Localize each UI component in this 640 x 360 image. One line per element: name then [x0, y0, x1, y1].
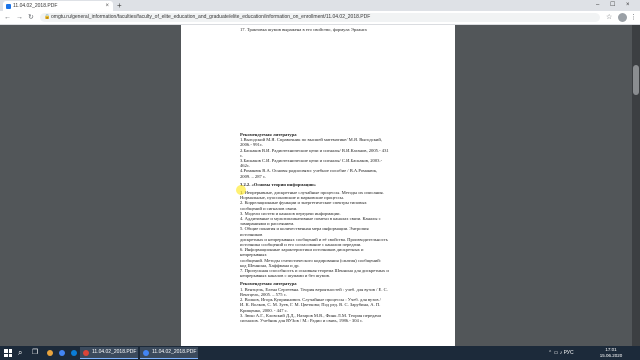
text-line: 17. Трактовка шумов выражена в его свойс… [240, 27, 367, 32]
pdf-page: Рекомендуемая литература 1.Выгодский М.Я.… [181, 112, 455, 346]
address-bar[interactable]: 🔒 omgtu.ru/general_information/faculties… [40, 13, 600, 22]
clock-date: 15.06.2020 [599, 353, 623, 358]
windows-start-icon[interactable] [4, 349, 12, 357]
bookmark-star-icon[interactable]: ☆ [606, 12, 612, 23]
clock[interactable]: 17:01 15.06.2020 [596, 347, 626, 359]
taskbar-app[interactable]: 11.04.02_2018.PDF - ... [80, 347, 138, 359]
tab-close-icon[interactable]: × [105, 1, 109, 11]
text-line: 3.Баскаков С.И. Радиотехнические цепи и … [240, 158, 383, 164]
close-window-button[interactable]: × [626, 0, 630, 10]
task-view-icon[interactable]: ❐ [30, 348, 40, 358]
reload-button[interactable]: ↻ [28, 12, 34, 23]
page-text: 17. Трактовка шумов выражена в его свойс… [240, 27, 400, 32]
taskbar-app-label: 11.04.02_2018.PDF - ... [152, 349, 198, 355]
text-line: 1.Выгодский М.Я. Справочник по высшей ма… [240, 137, 382, 143]
scrollbar[interactable] [632, 25, 640, 346]
text-line: И. К. Волков, С. М. Зуев, Г. М. Цветкова… [240, 302, 381, 308]
text-line: сигналов. Учебник для ВУЗов / М.: Радио … [240, 317, 364, 323]
maximize-button[interactable]: ☐ [610, 0, 615, 10]
app-icon [71, 350, 77, 356]
taskbar-app[interactable] [68, 347, 80, 359]
browser-toolbar: ← → ↻ 🔒 omgtu.ru/general_information/fac… [0, 11, 640, 25]
new-tab-button[interactable]: + [117, 1, 122, 10]
app-icon [47, 350, 53, 356]
search-icon[interactable]: ⌕ [18, 348, 22, 358]
back-button[interactable]: ← [4, 12, 11, 23]
text-line: 2.Баскаков В.И. Радиотехнические цепи и … [240, 147, 389, 153]
page-text: Рекомендуемая литература 1.Выгодский М.Я.… [240, 132, 400, 323]
windows-taskbar: ⌕ ❐ 11.04.02_2018.PDF - ... 11.04.02_2018… [0, 346, 640, 360]
text-line: 4.Романюк В.А. Основы радиосвязи: учебно… [240, 168, 378, 174]
pdf-favicon-icon [6, 3, 11, 9]
app-icon [143, 350, 149, 356]
system-tray[interactable]: ⌃ ▭ ♪ РУС [548, 350, 574, 357]
scrollbar-thumb[interactable] [633, 65, 639, 95]
tab-pdf[interactable]: 11.04.02_2018.PDF × [3, 1, 113, 11]
minimize-button[interactable]: – [596, 0, 599, 10]
url-text: omgtu.ru/general_information/faculties/f… [51, 14, 371, 20]
app-icon [83, 350, 89, 356]
lock-icon: 🔒 [44, 14, 51, 20]
taskbar-app[interactable] [44, 347, 56, 359]
profile-avatar[interactable] [618, 13, 627, 22]
taskbar-app[interactable] [56, 347, 68, 359]
browser-menu-icon[interactable]: ⋮ [630, 12, 637, 23]
forward-button[interactable]: → [16, 12, 23, 23]
cursor-highlight [236, 185, 246, 195]
tab-strip: 11.04.02_2018.PDF × + – ☐ × [0, 0, 640, 11]
taskbar-app[interactable]: 11.04.02_2018.PDF - ... [140, 347, 198, 359]
app-icon [59, 350, 65, 356]
tab-title: 11.04.02_2018.PDF [13, 3, 58, 9]
pdf-viewer[interactable]: 17. Трактовка шумов выражена в его свойс… [0, 25, 640, 346]
taskbar-app-label: 11.04.02_2018.PDF - ... [92, 349, 138, 355]
